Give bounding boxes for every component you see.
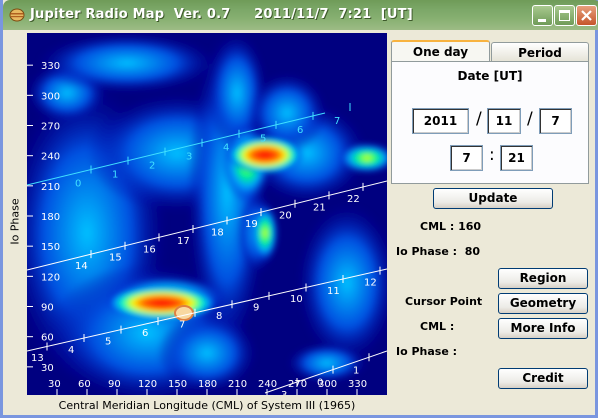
app-window: Jupiter Radio Map Ver. 0.7 2011/11/7 7:2…	[0, 0, 598, 418]
io-track-label: 11	[327, 286, 340, 297]
region-button[interactable]: Region	[498, 268, 588, 289]
io-track-label: 3	[186, 152, 192, 163]
date-separator: /	[527, 109, 533, 129]
io-track-label: 18	[211, 228, 224, 239]
io-track-label: 22	[347, 194, 360, 205]
io-track-label: 17	[177, 236, 190, 247]
io-track-label: 12	[364, 277, 377, 288]
y-axis-tick-label: 240	[41, 152, 60, 163]
cursor-io-phase-label: Io Phase :	[396, 345, 458, 358]
io-track-label: 4	[68, 345, 74, 356]
close-button[interactable]	[576, 5, 597, 26]
io-track-label: 6	[297, 125, 303, 136]
title-bar[interactable]: Jupiter Radio Map Ver. 0.7 2011/11/7 7:2…	[3, 0, 598, 30]
cursor-cml-label: CML :	[420, 320, 455, 333]
time-separator: :	[489, 145, 495, 165]
x-axis-tick-label: 90	[108, 379, 121, 390]
io-track-label: 7	[334, 116, 340, 127]
io-track-label: 4	[223, 143, 229, 154]
tab-one-day[interactable]: One day	[391, 40, 490, 62]
io-track-label: 1	[112, 169, 118, 180]
y-axis-tick-label: 90	[41, 303, 54, 314]
maximize-button[interactable]	[554, 5, 575, 26]
minute-field[interactable]: 21	[500, 145, 533, 171]
y-axis-tick-label: 120	[41, 272, 60, 283]
heat-region	[107, 286, 217, 320]
x-axis-tick-label: 60	[78, 379, 91, 390]
heat-region	[251, 203, 279, 263]
more-info-button[interactable]: More Info	[498, 318, 588, 339]
x-axis-tick-label: 240	[258, 379, 277, 390]
x-axis-tick-label: 300	[318, 379, 337, 390]
io-track-label: 5	[105, 336, 111, 347]
io-track-label: 2	[149, 161, 155, 172]
heat-region	[287, 343, 367, 383]
io-track-label: 16	[143, 244, 156, 255]
x-axis-tick-label: 120	[138, 379, 157, 390]
hour-field[interactable]: 7	[450, 145, 483, 171]
month-field[interactable]: 11	[487, 108, 521, 134]
window-title: Jupiter Radio Map Ver. 0.7 2011/11/7 7:2…	[30, 7, 413, 22]
io-track-label: 6	[142, 328, 148, 339]
io-track-label: 10	[290, 294, 303, 305]
io-track-label: 3	[281, 390, 287, 395]
y-axis-tick-label: 60	[41, 333, 54, 344]
date-label: Date [UT]	[457, 69, 523, 83]
io-track-label: 0	[75, 178, 81, 189]
io-track-label: 19	[245, 219, 258, 230]
day-field[interactable]: 7	[539, 108, 572, 134]
radio-map-plot[interactable]: 0 1 2 3 4 5 6 7 14 15 16 17 18 19 20 21 22 13 4 5 6 7 8 9 10 11 12…	[27, 33, 387, 395]
heatmap-layer	[27, 33, 387, 395]
x-axis-tick-label: 30	[48, 379, 61, 390]
radio-map-canvas[interactable]: 0123456714151617181920212213456789101112…	[27, 33, 387, 395]
y-axis-tick-label: 210	[41, 182, 60, 193]
heat-region	[37, 33, 217, 93]
x-axis-tick-label: 270	[288, 379, 307, 390]
x-axis-tick-label: 180	[198, 379, 217, 390]
io-phase-readout: Io Phase : 80	[396, 245, 480, 258]
io-track-label: 1	[353, 365, 359, 376]
io-track-label: 14	[75, 261, 88, 272]
y-axis-tick-label: 180	[41, 212, 60, 223]
close-icon	[581, 10, 592, 21]
x-axis-title: Central Meridian Longitude (CML) of Syst…	[58, 399, 356, 412]
x-axis-tick-label: 210	[228, 379, 247, 390]
credit-button[interactable]: Credit	[498, 368, 588, 389]
y-axis-tick-label: 150	[41, 242, 60, 253]
minimize-button[interactable]	[532, 5, 553, 26]
io-track-label: 21	[313, 202, 326, 213]
tab-period[interactable]: Period	[491, 42, 589, 62]
update-button[interactable]: Update	[433, 188, 553, 209]
x-axis-tick-label: 150	[168, 379, 187, 390]
year-field[interactable]: 2011	[412, 108, 469, 134]
y-axis-title: Io Phase	[4, 190, 26, 260]
io-track-label: 5	[260, 134, 266, 145]
x-axis-tick-label: 330	[348, 379, 367, 390]
io-track-label: 15	[109, 253, 122, 264]
geometry-button[interactable]: Geometry	[498, 293, 588, 314]
cml-readout: CML : 160	[420, 220, 482, 233]
y-axis-tick-label: 270	[41, 122, 60, 133]
io-track-label: 9	[253, 303, 259, 314]
y-axis-tick-label: 300	[41, 91, 60, 102]
cursor-marker	[174, 305, 194, 321]
y-axis-label: Io Phase	[8, 198, 22, 245]
date-separator: /	[476, 109, 482, 129]
io-track-label: 7	[179, 319, 185, 330]
y-axis-tick-label: 330	[41, 61, 60, 72]
io-track-label: 20	[279, 211, 292, 222]
io-track-label: 8	[216, 311, 222, 322]
jupiter-app-icon	[9, 8, 25, 22]
y-axis-tick-label: 30	[41, 363, 54, 374]
cursor-point-label: Cursor Point	[405, 295, 483, 308]
